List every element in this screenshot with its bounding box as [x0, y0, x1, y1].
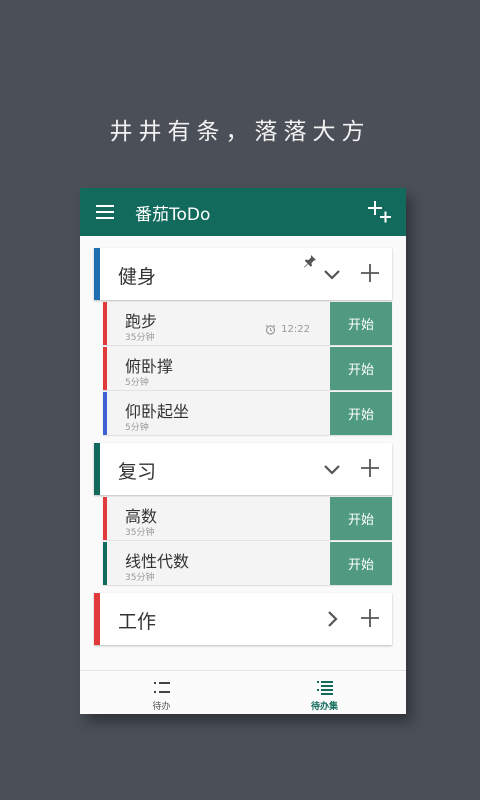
- checklist-icon: [316, 681, 333, 695]
- bottom-nav: 待办 待办集: [80, 670, 406, 714]
- task-name: 跑步: [125, 312, 158, 331]
- nav-sets[interactable]: 待办集: [243, 671, 406, 714]
- start-button[interactable]: 开始: [330, 392, 392, 435]
- alarm-clock-icon: [265, 324, 276, 335]
- nav-todo[interactable]: 待办: [80, 671, 243, 714]
- nav-sets-label: 待办集: [310, 702, 338, 712]
- menu-icon[interactable]: [96, 205, 114, 219]
- phone-screen: 番茄ToDo 健身 跑步 35分钟 12:22 开始 俯卧撑 5分钟 开始 仰卧起坐 5分钟 开始复…: [80, 188, 406, 714]
- task-list: 高数 35分钟 开始 线性代数 35分钟 开始: [94, 497, 392, 587]
- app-bar: 番茄ToDo: [80, 188, 406, 236]
- chevron-down-icon[interactable]: [322, 459, 342, 479]
- start-button[interactable]: 开始: [330, 542, 392, 585]
- task-row[interactable]: 线性代数 35分钟 开始: [103, 542, 392, 585]
- task-name: 高数: [125, 507, 158, 526]
- task-name: 俯卧撑: [125, 357, 174, 376]
- group-card[interactable]: 健身: [94, 248, 392, 300]
- group-card[interactable]: 复习: [94, 443, 392, 495]
- task-duration: 35分钟: [125, 573, 155, 583]
- group-card[interactable]: 工作: [94, 593, 392, 645]
- promo-headline: 井井有条，落落大方: [109, 119, 371, 145]
- chevron-right-icon[interactable]: [322, 609, 342, 629]
- task-name: 仰卧起坐: [125, 402, 190, 421]
- add-task-icon[interactable]: [360, 458, 380, 478]
- add-task-icon[interactable]: [360, 263, 380, 283]
- list-icon: [153, 682, 170, 693]
- start-button[interactable]: 开始: [330, 347, 392, 390]
- nav-todo-label: 待办: [152, 702, 171, 712]
- task-duration: 35分钟: [125, 528, 155, 538]
- task-name: 线性代数: [125, 552, 190, 571]
- add-list-icon[interactable]: [366, 200, 392, 224]
- group-list: 健身 跑步 35分钟 12:22 开始 俯卧撑 5分钟 开始 仰卧起坐 5分钟 开始 复习 高数 35分钟…: [80, 236, 406, 651]
- task-duration: 5分钟: [125, 423, 149, 433]
- task-row[interactable]: 高数 35分钟 开始: [103, 497, 392, 540]
- alarm-time: 12:22: [281, 324, 310, 335]
- group-title: 复习: [118, 461, 157, 483]
- group-title: 工作: [118, 611, 157, 633]
- start-button[interactable]: 开始: [330, 497, 392, 540]
- task-duration: 35分钟: [125, 333, 155, 343]
- group-title: 健身: [118, 266, 157, 288]
- task-list: 跑步 35分钟 12:22 开始 俯卧撑 5分钟 开始 仰卧起坐 5分钟 开始: [94, 302, 392, 437]
- task-row[interactable]: 俯卧撑 5分钟 开始: [103, 347, 392, 390]
- pin-icon: [304, 255, 316, 268]
- task-alarm: 12:22: [265, 324, 310, 335]
- task-row[interactable]: 跑步 35分钟 12:22 开始: [103, 302, 392, 345]
- add-task-icon[interactable]: [360, 608, 380, 628]
- chevron-down-icon[interactable]: [322, 264, 342, 284]
- task-duration: 5分钟: [125, 378, 149, 388]
- task-row[interactable]: 仰卧起坐 5分钟 开始: [103, 392, 392, 435]
- app-title: 番茄ToDo: [135, 205, 211, 225]
- start-button[interactable]: 开始: [330, 302, 392, 345]
